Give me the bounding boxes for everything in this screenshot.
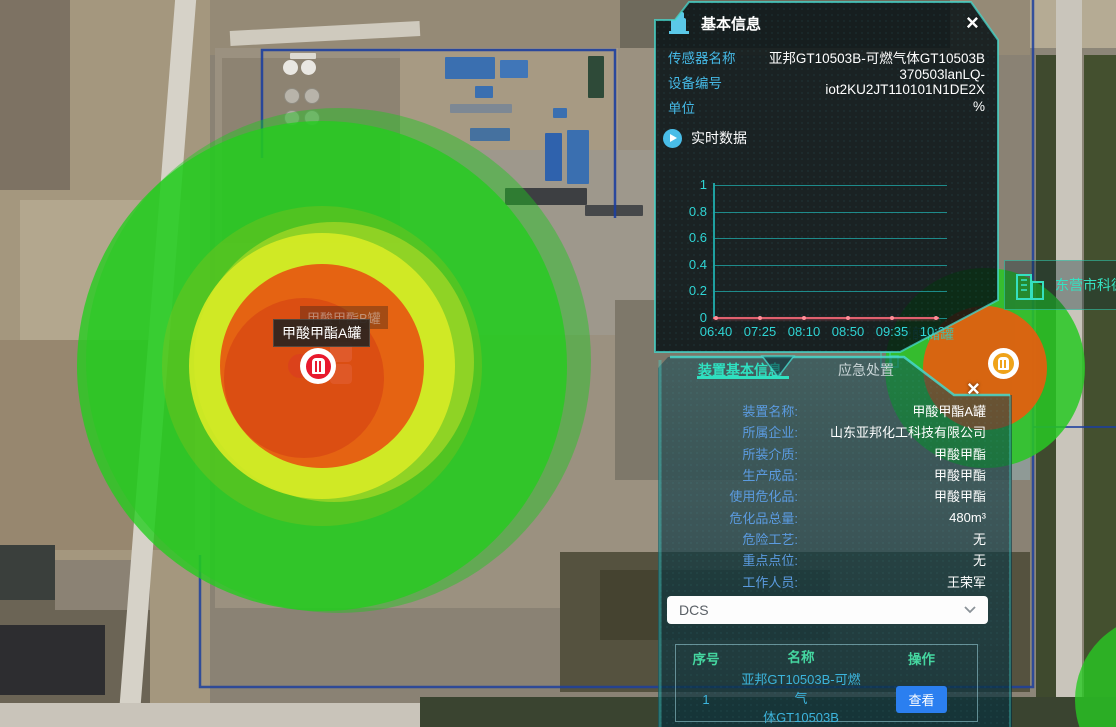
row-number: 1 <box>676 692 736 707</box>
field-label: 装置名称: <box>670 401 798 420</box>
basic-info-fields: 传感器名称亚邦GT10503B-可燃气体GT10503B设备编号370503la… <box>655 44 998 119</box>
dcs-dropdown-value: DCS <box>679 602 709 618</box>
device-field-row: 危险工艺:无 <box>658 528 998 549</box>
y-axis-tick-label: 0.6 <box>673 230 707 245</box>
gridline <box>713 185 947 186</box>
field-value: 无 <box>798 550 986 569</box>
field-label: 传感器名称 <box>668 47 764 67</box>
device-info-fields: 装置名称:甲酸甲酯A罐所属企业:山东亚邦化工科技有限公司所装介质:甲酸甲酯生产成… <box>658 400 998 592</box>
view-button[interactable]: 查看 <box>896 686 946 713</box>
info-field-row: 设备编号370503lanLQ-iot2KU2JT110101N1DE2X <box>655 69 998 94</box>
column-header: 序号 <box>676 648 736 668</box>
column-header: 名称 <box>736 648 866 668</box>
field-value: 甲酸甲酯 <box>798 465 986 484</box>
tank-right-marker-icon[interactable] <box>988 348 1019 379</box>
gridline <box>713 291 947 292</box>
tank-a-marker-icon[interactable] <box>300 348 336 384</box>
tank-glyph-icon <box>312 358 325 374</box>
field-value: % <box>764 99 985 114</box>
device-info-close-icon[interactable]: × <box>967 380 980 398</box>
sensor-name: 亚邦GT10503B-可燃气体GT10503B <box>736 671 866 727</box>
field-value: 无 <box>798 529 986 548</box>
chevron-down-icon <box>964 606 976 614</box>
tab-device-info[interactable]: 装置基本信息 <box>698 360 782 380</box>
sensor-table-body: 1亚邦GT10503B-可燃气体GT10503B 查看 <box>676 671 977 727</box>
field-label: 重点点位: <box>670 550 798 569</box>
tab-emergency[interactable]: 应急处置 <box>838 360 894 380</box>
field-value: 480m³ <box>798 510 986 525</box>
tank-glyph-icon <box>998 357 1009 370</box>
field-label: 使用危化品: <box>670 486 798 505</box>
play-icon <box>663 129 682 148</box>
field-label: 设备编号 <box>668 72 764 92</box>
series-line <box>713 317 939 319</box>
company-label-text: 东营市科德化 <box>1055 275 1116 295</box>
field-value: 亚邦GT10503B-可燃气体GT10503B <box>764 47 985 67</box>
device-info-panel: 装置基本信息应急处置 装置名称:甲酸甲酯A罐所属企业:山东亚邦化工科技有限公司所… <box>658 354 1012 727</box>
field-value: 370503lanLQ-iot2KU2JT110101N1DE2X <box>764 67 985 97</box>
column-header: 操作 <box>866 648 977 668</box>
field-value: 山东亚邦化工科技有限公司 <box>798 422 986 441</box>
building-icon <box>1013 267 1047 303</box>
basic-info-panel: 基本信息 传感器名称亚邦GT10503B-可燃气体GT10503B设备编号370… <box>655 0 998 352</box>
x-axis-tick-label: 08:50 <box>825 324 871 339</box>
info-field-row: 传感器名称亚邦GT10503B-可燃气体GT10503B <box>655 44 998 69</box>
realtime-line-chart: 00.20.40.60.8106:4007:2508:1008:5009:351… <box>655 160 998 345</box>
x-axis-tick-label: 07:25 <box>737 324 783 339</box>
field-label: 所属企业: <box>670 422 798 441</box>
field-value: 甲酸甲酯A罐 <box>798 401 986 420</box>
device-field-row: 生产成品:甲酸甲酯 <box>658 464 998 485</box>
field-label: 工作人员: <box>670 572 798 591</box>
y-axis-line <box>713 183 715 318</box>
sensor-table: 序号名称操作 1亚邦GT10503B-可燃气体GT10503B查看 <box>675 644 978 722</box>
device-field-row: 重点点位:无 <box>658 549 998 570</box>
series-point <box>802 316 806 320</box>
basic-info-close-icon[interactable]: × <box>966 14 979 32</box>
device-field-row: 所装介质:甲酸甲酯 <box>658 443 998 464</box>
device-field-row: 所属企业:山东亚邦化工科技有限公司 <box>658 421 998 442</box>
basic-info-header: 基本信息 <box>667 10 761 36</box>
info-field-row: 单位% <box>655 94 998 119</box>
y-axis-tick-label: 1 <box>673 177 707 192</box>
device-field-row: 工作人员:王荣军 <box>658 570 998 591</box>
series-point <box>714 316 718 320</box>
x-axis-tick-label: 08:10 <box>781 324 827 339</box>
table-row: 1亚邦GT10503B-可燃气体GT10503B 查看 <box>676 671 977 727</box>
company-map-label[interactable]: 东营市科德化 <box>1004 260 1116 310</box>
series-point <box>758 316 762 320</box>
device-field-row: 装置名称:甲酸甲酯A罐 <box>658 400 998 421</box>
series-point <box>890 316 894 320</box>
gridline <box>713 238 947 239</box>
realtime-title: 实时数据 <box>691 128 747 148</box>
field-value: 王荣军 <box>798 572 986 591</box>
field-label: 危化品总量: <box>670 508 798 527</box>
field-label: 单位 <box>668 97 764 117</box>
dcs-dropdown[interactable]: DCS <box>667 596 988 624</box>
y-axis-tick-label: 0.2 <box>673 283 707 298</box>
y-axis-tick-label: 0.4 <box>673 257 707 272</box>
x-axis-tick-label: 09:35 <box>869 324 915 339</box>
panel-title: 基本信息 <box>701 13 761 34</box>
y-axis-tick-label: 0.8 <box>673 204 707 219</box>
field-label: 所装介质: <box>670 444 798 463</box>
gridline <box>713 265 947 266</box>
y-axis-tick-label: 0 <box>673 310 707 325</box>
gridline <box>713 212 947 213</box>
field-label: 生产成品: <box>670 465 798 484</box>
series-point <box>846 316 850 320</box>
field-label: 危险工艺: <box>670 529 798 548</box>
series-point <box>934 316 938 320</box>
field-value: 甲酸甲酯 <box>798 486 986 505</box>
field-value: 甲酸甲酯 <box>798 444 986 463</box>
device-field-row: 使用危化品:甲酸甲酯 <box>658 485 998 506</box>
row-actions: 查看 <box>866 686 977 713</box>
realtime-data-header: 实时数据 <box>663 128 747 148</box>
sensor-table-header: 序号名称操作 <box>676 645 977 671</box>
tank-a-label: 甲酸甲酯A罐 <box>273 319 370 347</box>
x-axis-tick-label: 06:40 <box>693 324 739 339</box>
device-field-row: 危化品总量:480m³ <box>658 506 998 527</box>
satellite-map[interactable]: 甲酸甲酯B罐 甲酸甲酯A罐 甲醇储罐 东营市科德化 <box>0 0 1116 727</box>
